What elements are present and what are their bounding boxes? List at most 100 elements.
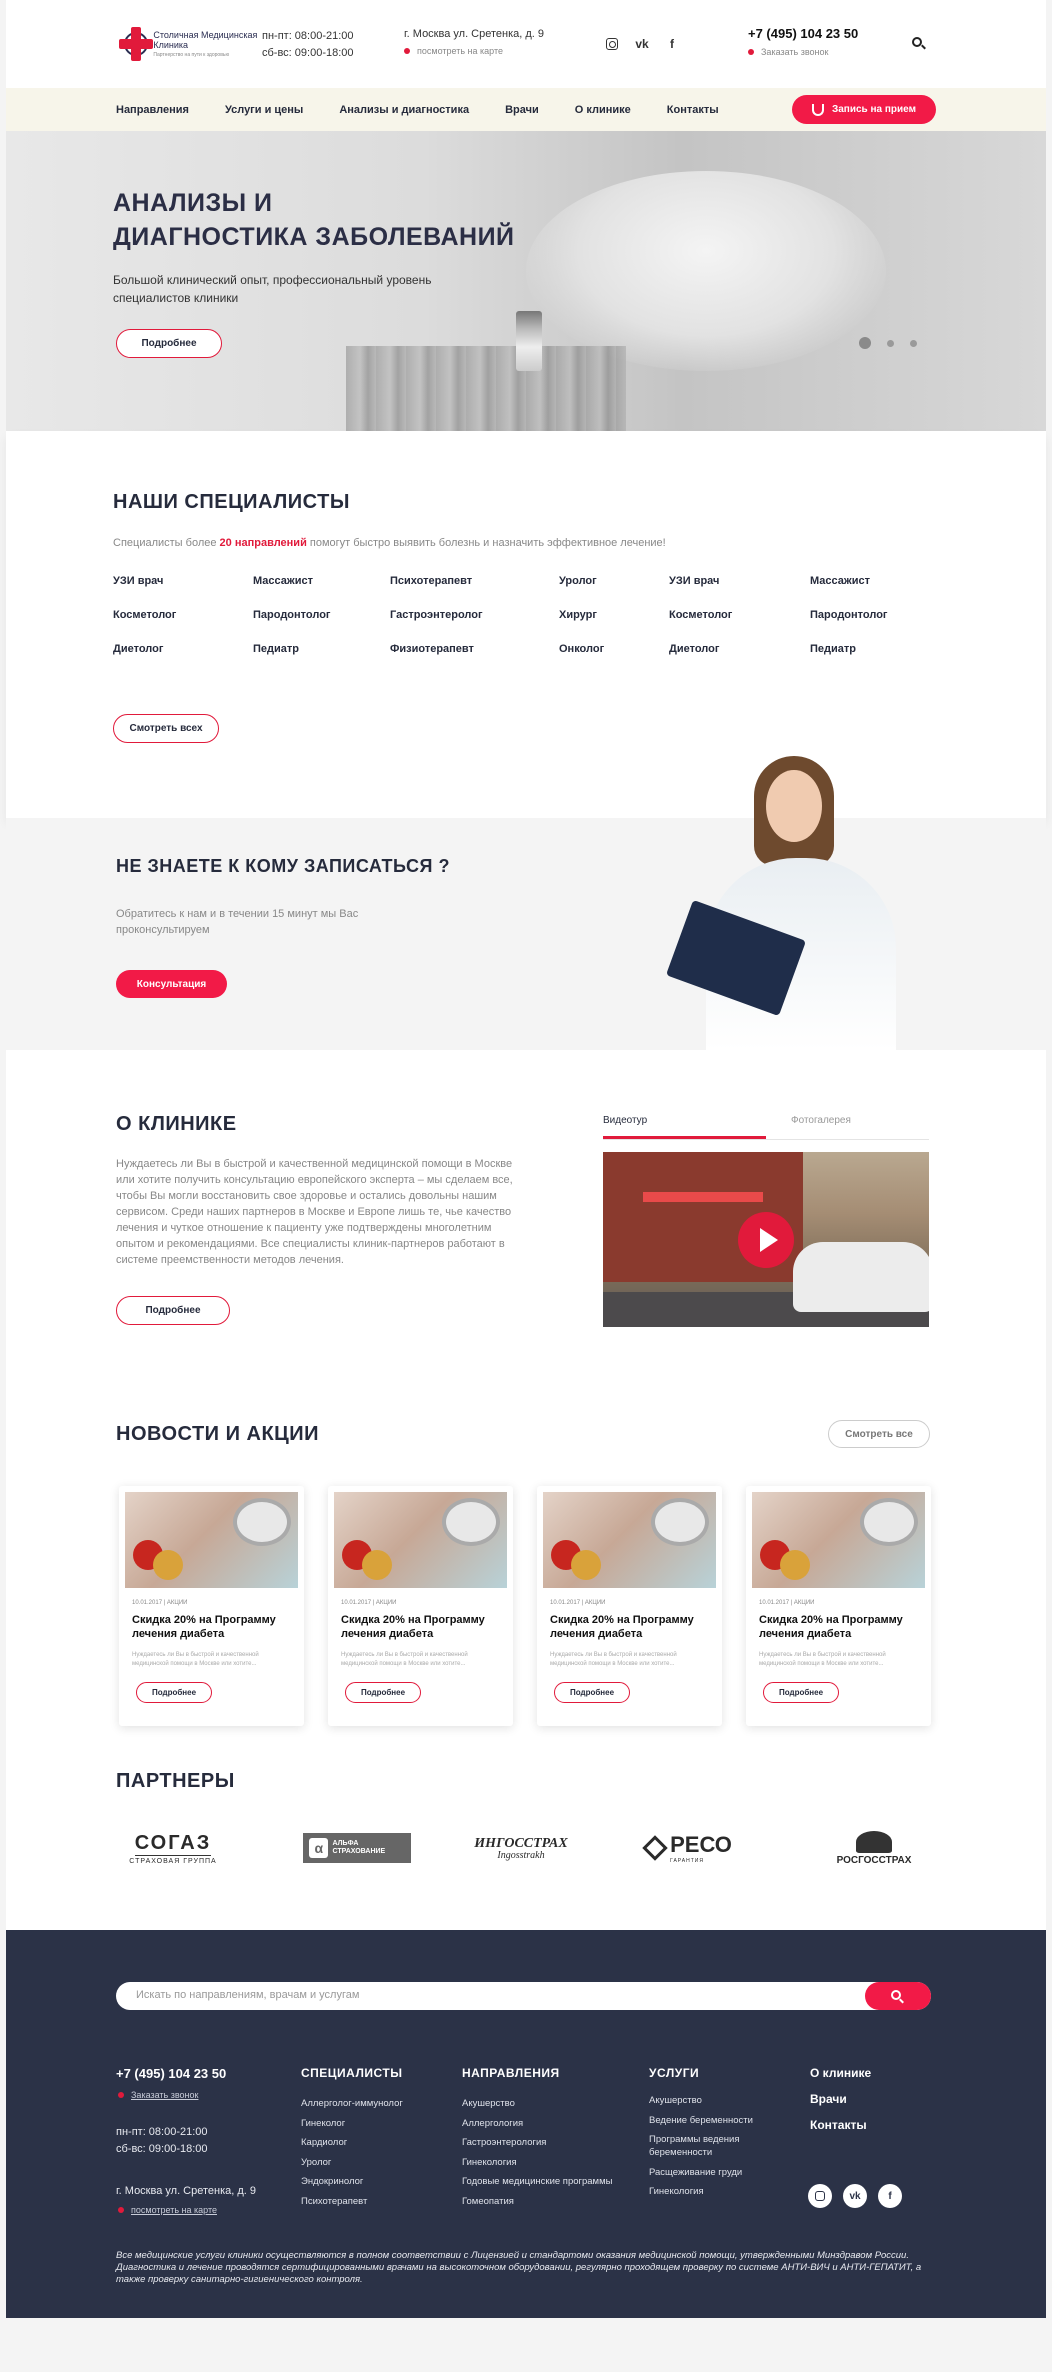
- partner-logo-alfa[interactable]: α АЛЬФА СТРАХОВАНИЕ: [303, 1828, 411, 1868]
- tab-gallery[interactable]: Фотогалерея: [766, 1115, 929, 1139]
- footer-link[interactable]: Кардиолог: [301, 2133, 403, 2153]
- nav-item-services[interactable]: Услуги и цены: [225, 104, 303, 116]
- footer-main-links: О клинике Врачи Контакты: [810, 2066, 871, 2144]
- footer-link-doctors[interactable]: Врачи: [810, 2092, 871, 2106]
- news-card-more-button[interactable]: Подробнее: [554, 1682, 630, 1703]
- about-section: О КЛИНИКЕ Нуждаетесь ли Вы в быстрой и к…: [6, 1050, 1046, 1420]
- specialist-link[interactable]: Диетолог: [669, 643, 810, 655]
- specialist-link[interactable]: Физиотерапевт: [390, 643, 559, 655]
- news-card-title[interactable]: Скидка 20% на Программу лечения диабета: [759, 1613, 919, 1641]
- map-link[interactable]: посмотреть на карте: [404, 46, 544, 56]
- specialist-link[interactable]: Психотерапевт: [390, 575, 559, 587]
- news-card[interactable]: 10.01.2017 | АКЦИИ Скидка 20% на Програм…: [746, 1486, 931, 1726]
- footer-link[interactable]: Гастроэнтерология: [462, 2133, 612, 2153]
- news-card-more-button[interactable]: Подробнее: [763, 1682, 839, 1703]
- footer-link-contacts[interactable]: Контакты: [810, 2118, 871, 2132]
- callback-link[interactable]: Заказать звонок: [748, 47, 858, 57]
- partners-title: ПАРТНЕРЫ: [116, 1770, 235, 1792]
- nav-item-about[interactable]: О клинике: [575, 104, 631, 116]
- footer-link[interactable]: Аллергология: [462, 2114, 612, 2134]
- vk-icon[interactable]: vk: [843, 2184, 867, 2208]
- footer-map-link[interactable]: посмотреть на карте: [118, 2205, 217, 2215]
- logo[interactable]: Столичная Медицинская Клиника Партнерство…: [116, 24, 264, 64]
- footer-link[interactable]: Гинеколог: [301, 2114, 403, 2134]
- specialist-link[interactable]: Педиатр: [810, 643, 940, 655]
- footer-search-input[interactable]: [136, 1989, 836, 2001]
- specialist-link[interactable]: Массажист: [810, 575, 940, 587]
- footer-link[interactable]: Эндокринолог: [301, 2172, 403, 2192]
- slider-dot-3[interactable]: [910, 339, 917, 347]
- news-card-title[interactable]: Скидка 20% на Программу лечения диабета: [132, 1613, 292, 1641]
- footer-hours: пн-пт: 08:00-21:00 сб-вс: 09:00-18:00: [116, 2126, 208, 2155]
- footer-link[interactable]: Ведение беременности: [649, 2114, 769, 2127]
- news-card[interactable]: 10.01.2017 | АКЦИИ Скидка 20% на Програм…: [537, 1486, 722, 1726]
- about-more-button[interactable]: Подробнее: [116, 1296, 230, 1325]
- footer-link[interactable]: Аллерголог-иммунолог: [301, 2094, 403, 2114]
- tab-videotour[interactable]: Видеотур: [603, 1115, 766, 1139]
- hero-more-button[interactable]: Подробнее: [116, 329, 222, 358]
- vk-icon[interactable]: vk: [634, 36, 650, 52]
- facebook-icon[interactable]: f: [664, 36, 680, 52]
- logo-cross-icon: [116, 24, 153, 64]
- footer-link[interactable]: Программы ведения беременности: [649, 2133, 769, 2159]
- specialist-link[interactable]: Педиатр: [253, 643, 390, 655]
- specialists-lead: Специалисты более 20 направлений помогут…: [113, 537, 666, 549]
- footer-link[interactable]: Гинекология: [462, 2153, 612, 2173]
- partner-logo-ingosstrakh[interactable]: ИНГОССТРАХ Ingosstrakh: [469, 1828, 573, 1868]
- consultation-button[interactable]: Консультация: [116, 970, 227, 998]
- specialist-link[interactable]: Диетолог: [113, 643, 253, 655]
- specialist-link[interactable]: Онколог: [559, 643, 669, 655]
- specialist-link[interactable]: Хирург: [559, 609, 669, 621]
- news-see-all-button[interactable]: Смотреть все: [828, 1420, 930, 1448]
- footer-link[interactable]: Уролог: [301, 2153, 403, 2173]
- video-player[interactable]: [603, 1152, 929, 1327]
- footer-link[interactable]: Гомеопатия: [462, 2192, 612, 2212]
- instagram-icon[interactable]: [808, 2184, 832, 2208]
- nav-item-doctors[interactable]: Врачи: [505, 104, 539, 116]
- see-all-specialists-button[interactable]: Смотреть всех: [113, 714, 219, 743]
- partner-logo-reso[interactable]: РЕСО ГАРАНТИЯ: [639, 1828, 739, 1868]
- hero-vial-image: [516, 311, 542, 371]
- footer-search-button[interactable]: [865, 1982, 931, 2010]
- play-icon[interactable]: [738, 1212, 794, 1268]
- partner-logo-sogaz[interactable]: СОГАЗ СТРАХОВАЯ ГРУППА: [123, 1828, 223, 1868]
- nav-item-analyses[interactable]: Анализы и диагностика: [339, 104, 469, 116]
- slider-dot-2[interactable]: [887, 339, 894, 347]
- appointment-button[interactable]: Запись на прием: [792, 95, 936, 124]
- footer-link[interactable]: Гинекология: [649, 2185, 769, 2198]
- nav-item-contacts[interactable]: Контакты: [667, 104, 719, 116]
- facebook-icon[interactable]: f: [878, 2184, 902, 2208]
- specialist-link[interactable]: Пародонтолог: [810, 609, 940, 621]
- footer-callback-link[interactable]: Заказать звонок: [118, 2090, 198, 2100]
- news-card-more-button[interactable]: Подробнее: [136, 1682, 212, 1703]
- footer-link[interactable]: Акушерство: [649, 2094, 769, 2107]
- footer-link[interactable]: Годовые медицинские программы: [462, 2172, 612, 2192]
- specialist-link[interactable]: Гастроэнтеролог: [390, 609, 559, 621]
- header-address: г. Москва ул. Сретенка, д. 9 посмотреть …: [404, 28, 545, 56]
- news-card-image: [125, 1492, 298, 1588]
- footer-directions: НАПРАВЛЕНИЯ Акушерство Аллергология Гаст…: [462, 2066, 612, 2211]
- specialist-link[interactable]: Косметолог: [669, 609, 810, 621]
- footer-link[interactable]: Психотерапевт: [301, 2192, 403, 2212]
- nav-item-directions[interactable]: Направления: [116, 104, 189, 116]
- specialist-link[interactable]: Уролог: [559, 575, 669, 587]
- footer-link-about[interactable]: О клинике: [810, 2066, 871, 2080]
- header-phone[interactable]: +7 (495) 104 23 50: [748, 26, 858, 41]
- news-card[interactable]: 10.01.2017 | АКЦИИ Скидка 20% на Програм…: [119, 1486, 304, 1726]
- specialist-link[interactable]: УЗИ врач: [113, 575, 253, 587]
- search-icon[interactable]: [912, 37, 926, 51]
- news-card-more-button[interactable]: Подробнее: [345, 1682, 421, 1703]
- news-card[interactable]: 10.01.2017 | АКЦИИ Скидка 20% на Програм…: [328, 1486, 513, 1726]
- specialist-link[interactable]: УЗИ врач: [669, 575, 810, 587]
- instagram-icon[interactable]: [604, 36, 620, 52]
- specialist-link[interactable]: Пародонтолог: [253, 609, 390, 621]
- partner-logo-rosgosstrakh[interactable]: РОСГОССТРАХ: [834, 1828, 914, 1868]
- footer-link[interactable]: Расщеживание груди: [649, 2166, 769, 2179]
- news-card-title[interactable]: Скидка 20% на Программу лечения диабета: [341, 1613, 501, 1641]
- footer-link[interactable]: Акушерство: [462, 2094, 612, 2114]
- specialist-link[interactable]: Массажист: [253, 575, 390, 587]
- slider-dot-1[interactable]: [859, 337, 871, 349]
- footer-phone[interactable]: +7 (495) 104 23 50: [116, 2066, 226, 2081]
- specialist-link[interactable]: Косметолог: [113, 609, 253, 621]
- news-card-title[interactable]: Скидка 20% на Программу лечения диабета: [550, 1613, 710, 1641]
